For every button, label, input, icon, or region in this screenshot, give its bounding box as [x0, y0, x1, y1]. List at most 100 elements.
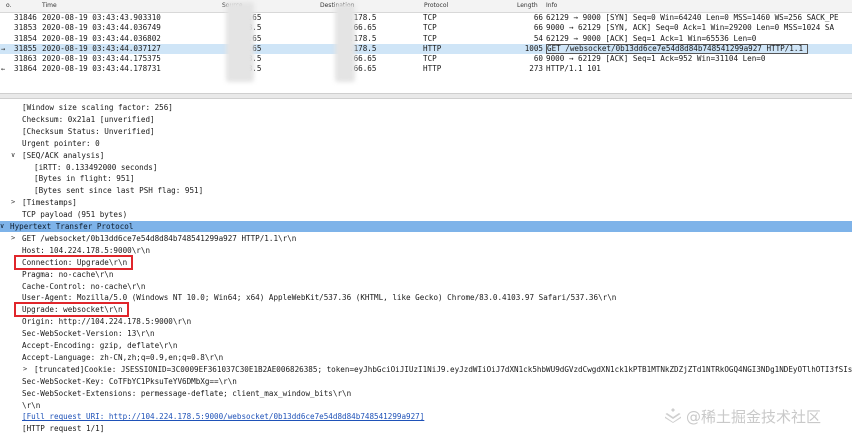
- detail-line[interactable]: [Checksum Status: Unverified]: [22, 126, 155, 137]
- detail-line[interactable]: [HTTP request 1/1]: [22, 423, 104, 434]
- detail-line[interactable]: Accept-Language: zh-CN,zh;q=0.9,en;q=0.8…: [22, 352, 223, 363]
- watermark-text: @稀土掘金技术社区: [686, 408, 822, 426]
- col-header-time[interactable]: Time: [42, 2, 57, 9]
- detail-line[interactable]: Sec-WebSocket-Key: CoTFbYC1PksuTeYV6DMbX…: [22, 376, 237, 387]
- col-header-no[interactable]: o.: [6, 2, 11, 9]
- packet-row[interactable]: ←318642020-08-19 03:43:44.178731.178.5.6…: [0, 64, 852, 74]
- detail-line[interactable]: Pragma: no-cache\r\n: [22, 269, 113, 280]
- detail-line[interactable]: GET /websocket/0b13dd6ce7e54d8d84b748541…: [22, 233, 296, 244]
- detail-line-text: Hypertext Transfer Protocol: [10, 222, 134, 231]
- chevron-down-icon[interactable]: ∨: [0, 221, 4, 232]
- packet-time: 2020-08-19 03:43:43.903310: [42, 13, 161, 22]
- detail-line-text: Urgent pointer: 0: [22, 138, 100, 148]
- col-header-length[interactable]: Length: [517, 2, 538, 9]
- chevron-down-icon[interactable]: ∨: [11, 151, 15, 159]
- detail-line-text: Host: 104.224.178.5:9000\r\n: [22, 245, 151, 255]
- detail-line[interactable]: [Bytes in flight: 951]: [34, 173, 135, 184]
- detail-line[interactable]: Upgrade: websocket\r\n: [22, 304, 123, 315]
- detail-line-text: [Checksum Status: Unverified]: [22, 126, 155, 136]
- packet-row[interactable]: 318542020-08-19 03:43:44.036802.66.65.17…: [0, 34, 852, 44]
- packet-row[interactable]: 318462020-08-19 03:43:43.903310.66.65.17…: [0, 13, 852, 23]
- detail-line-text: Connection: Upgrade\r\n: [22, 257, 128, 267]
- packet-protocol: TCP: [423, 13, 437, 22]
- detail-line[interactable]: User-Agent: Mozilla/5.0 (Windows NT 10.0…: [22, 292, 616, 303]
- packet-time: 2020-08-19 03:43:44.175375: [42, 54, 161, 64]
- detail-line-text: Accept-Language: zh-CN,zh;q=0.9,en;q=0.8…: [22, 352, 224, 362]
- packet-number: 31855: [14, 43, 37, 53]
- detail-line[interactable]: [Timestamps]: [22, 197, 77, 208]
- protocol-tree-header[interactable]: ∨ Hypertext Transfer Protocol: [0, 221, 852, 232]
- packet-row[interactable]: →318552020-08-19 03:43:44.037127.66.65.1…: [0, 43, 852, 55]
- detail-line[interactable]: TCP payload (951 bytes): [22, 209, 127, 220]
- detail-line-text: User-Agent: Mozilla/5.0 (Windows NT 10.0…: [22, 293, 617, 303]
- packet-protocol: TCP: [423, 23, 437, 33]
- packet-length: 54: [533, 33, 543, 43]
- row-direction-icon: →: [1, 44, 6, 53]
- detail-line[interactable]: Connection: Upgrade\r\n: [22, 257, 127, 268]
- detail-line-text: Sec-WebSocket-Key: CoTFbYC1PksuTeYV6DMbX…: [22, 376, 237, 386]
- redaction-blur-destination: [335, 4, 355, 82]
- col-header-protocol[interactable]: Protocol: [424, 2, 448, 9]
- detail-line-text: \r\n: [22, 400, 41, 410]
- detail-line-text: [Timestamps]: [22, 198, 77, 208]
- row-direction-icon: ←: [1, 65, 6, 74]
- packet-time: 2020-08-19 03:43:44.036802: [42, 33, 161, 43]
- detail-line-text: [Full request URI: http://104.224.178.5:…: [22, 412, 425, 422]
- detail-line[interactable]: Urgent pointer: 0: [22, 138, 100, 149]
- chevron-right-icon[interactable]: >: [23, 365, 27, 373]
- chevron-right-icon[interactable]: >: [11, 234, 15, 242]
- packet-protocol: HTTP: [423, 43, 442, 53]
- packet-number: 31864: [14, 64, 37, 74]
- pane-splitter[interactable]: [0, 93, 852, 99]
- packet-info: GET /websocket/0b13dd6ce7e54d8d84b748541…: [546, 43, 809, 54]
- packet-rows: 318462020-08-19 03:43:43.903310.66.65.17…: [0, 13, 852, 75]
- detail-line[interactable]: Checksum: 0x21a1 [unverified]: [22, 114, 155, 125]
- detail-line[interactable]: [Bytes sent since last PSH flag: 951]: [34, 185, 203, 196]
- col-header-info[interactable]: Info: [546, 2, 557, 9]
- redaction-blur-source: [226, 2, 254, 82]
- chevron-right-icon[interactable]: >: [11, 198, 15, 206]
- detail-line-text: TCP payload (951 bytes): [22, 210, 128, 220]
- packet-details-pane: [Window size scaling factor: 256] Checksu…: [0, 100, 852, 444]
- packet-row[interactable]: 318632020-08-19 03:43:44.175375.178.5.66…: [0, 54, 852, 64]
- detail-line-text: Accept-Encoding: gzip, deflate\r\n: [22, 341, 178, 350]
- detail-line[interactable]: \r\n: [22, 400, 40, 411]
- detail-line[interactable]: Cache-Control: no-cache\r\n: [22, 281, 145, 292]
- detail-line-text: Origin: http://104.224.178.5:9000\r\n: [22, 317, 192, 327]
- detail-line[interactable]: [SEQ/ACK analysis]: [22, 150, 104, 161]
- detail-line[interactable]: Accept-Encoding: gzip, deflate\r\n: [22, 340, 177, 351]
- packet-length: 66: [533, 23, 543, 33]
- packet-info: 9000 → 62129 [SYN, ACK] Seq=0 Ack=1 Win=…: [546, 23, 835, 33]
- detail-line-text: Pragma: no-cache\r\n: [22, 269, 114, 279]
- packet-info: HTTP/1.1 101: [546, 64, 601, 74]
- detail-line[interactable]: Origin: http://104.224.178.5:9000\r\n: [22, 316, 191, 327]
- packet-length: 273: [529, 64, 543, 74]
- detail-line-text: [Bytes in flight: 951]: [34, 174, 135, 184]
- detail-line[interactable]: Host: 104.224.178.5:9000\r\n: [22, 245, 150, 256]
- detail-line[interactable]: Sec-WebSocket-Extensions: permessage-def…: [22, 388, 351, 399]
- detail-line[interactable]: [iRTT: 0.133492000 seconds]: [34, 162, 157, 173]
- packet-length: 1005: [524, 43, 543, 53]
- packet-row[interactable]: 318532020-08-19 03:43:44.036749.178.5.66…: [0, 23, 852, 33]
- wireshark-window: o. Time Source Destination Protocol Leng…: [0, 0, 852, 444]
- detail-line-text: GET /websocket/0b13dd6ce7e54d8d84b748541…: [22, 233, 297, 243]
- packet-list: o. Time Source Destination Protocol Leng…: [0, 0, 852, 86]
- detail-line-text: [Bytes sent since last PSH flag: 951]: [34, 186, 204, 196]
- packet-time: 2020-08-19 03:43:44.178731: [42, 64, 161, 74]
- detail-line-text: Sec-WebSocket-Extensions: permessage-def…: [22, 388, 352, 398]
- juejin-logo-icon: [665, 408, 681, 423]
- detail-line-text: [SEQ/ACK analysis]: [22, 150, 105, 160]
- detail-line[interactable]: Sec-WebSocket-Version: 13\r\n: [22, 328, 155, 339]
- packet-protocol: HTTP: [423, 64, 442, 74]
- packet-protocol: TCP: [423, 54, 437, 64]
- packet-info: 62129 → 9000 [SYN] Seq=0 Win=64240 Len=0…: [546, 13, 839, 22]
- detail-line[interactable]: [truncated]Cookie: JSESSIONID=3C0009EF36…: [34, 364, 852, 375]
- packet-length: 60: [533, 54, 543, 64]
- packet-protocol: TCP: [423, 33, 437, 43]
- packet-length: 66: [533, 13, 543, 22]
- detail-line-text: [Window size scaling factor: 256]: [22, 103, 173, 112]
- detail-line[interactable]: [Window size scaling factor: 256]: [22, 102, 173, 113]
- packet-number: 31854: [14, 33, 37, 43]
- packet-info: 62129 → 9000 [ACK] Seq=1 Ack=1 Win=65536…: [546, 33, 757, 43]
- detail-line[interactable]: [Full request URI: http://104.224.178.5:…: [22, 411, 424, 422]
